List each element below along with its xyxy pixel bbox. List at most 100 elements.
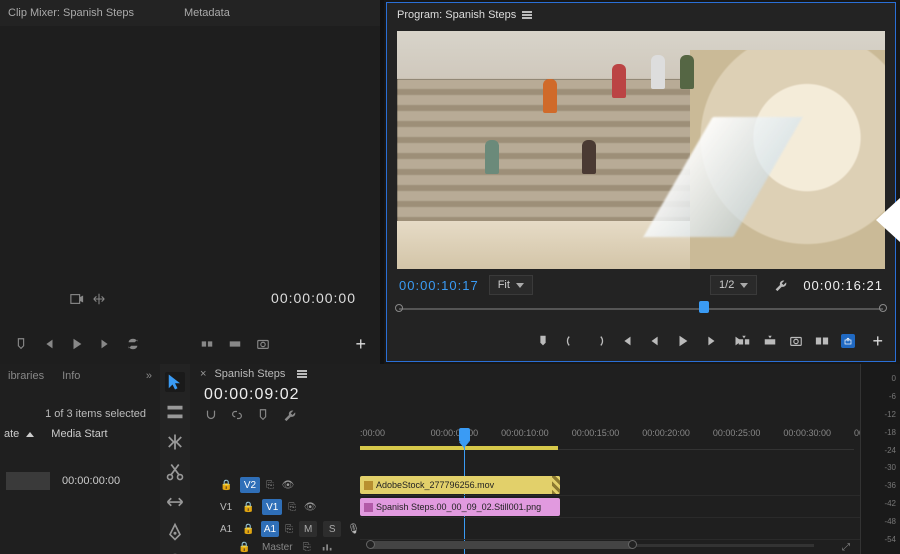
zoom-fit-dropdown[interactable]: Fit [489,275,533,295]
track-header-v2[interactable]: 🔒 V2 ⎘ 👁 [190,474,360,496]
step-forward-icon[interactable] [704,334,718,348]
extract-icon[interactable] [763,334,777,348]
lock-icon[interactable]: 🔒 [238,542,252,553]
add-marker-icon[interactable] [14,337,28,351]
loop-icon[interactable] [126,337,140,351]
panel-menu-icon[interactable] [522,11,532,19]
meter-mark: -48 [884,517,896,526]
timeline-timecode[interactable]: 00:00:09:02 [190,384,860,406]
project-item-thumbnail[interactable] [6,472,50,490]
export-frame-icon[interactable] [256,337,270,351]
tab-metadata[interactable]: Metadata [184,7,230,19]
mute-button[interactable]: M [299,521,317,537]
play-icon[interactable] [676,334,690,348]
meter-mark: -6 [884,392,896,401]
track-toggle-v1[interactable]: V1 [262,499,282,515]
program-transport-bar: + [387,321,895,361]
go-to-in-icon[interactable] [620,334,634,348]
tab-libraries[interactable]: ibraries [8,370,44,382]
mark-in-icon[interactable] [564,334,578,348]
ripple-edit-tool-icon[interactable] [165,432,185,452]
timeline-panel: × Spanish Steps 00:00:09:02 :00:0000:00:… [190,364,860,554]
program-panel: Program: Spanish Steps 00:00:10:17 Fit 1… [386,2,896,362]
tab-clip-mixer[interactable]: Clip Mixer: Spanish Steps [8,7,134,19]
overflow-chevron-icon[interactable]: » [146,370,152,382]
comparison-view-icon[interactable] [815,334,829,348]
ruler-tick: 00:00:20:00 [642,428,690,438]
clip-v2[interactable]: AdobeStock_277796256.mov [360,476,560,494]
collapse-arrow-icon[interactable] [876,198,900,242]
track-toggle-a1[interactable]: A1 [261,521,279,537]
track-lane-v2[interactable]: AdobeStock_277796256.mov [360,474,860,496]
program-monitor[interactable] [397,31,885,269]
razor-tool-icon[interactable] [165,462,185,482]
sync-lock-icon[interactable]: ⎘ [303,542,311,553]
export-frame-icon[interactable] [789,334,803,348]
zoom-handle-right[interactable] [628,540,637,549]
overwrite-icon[interactable] [228,337,242,351]
lift-icon[interactable] [737,334,751,348]
track-select-tool-icon[interactable] [165,402,185,422]
resolution-dropdown[interactable]: 1/2 [710,275,757,295]
source-patch-v1[interactable]: V1 [220,502,232,513]
lock-icon[interactable]: 🔒 [220,480,234,491]
linked-selection-icon[interactable] [230,408,244,422]
program-scrub-bar[interactable] [399,299,883,319]
settings-wrench-icon[interactable] [773,278,787,292]
eye-icon[interactable]: 👁 [302,502,318,513]
voiceover-record-icon[interactable]: 🎙 [347,522,360,536]
source-monitor: 00:00:00:00 [0,26,380,364]
source-video-only-icon[interactable] [70,292,84,306]
track-lane-a1[interactable] [360,518,860,540]
timeline-zoom-scrollbar[interactable] [368,540,814,550]
program-timecode-duration: 00:00:16:21 [803,278,883,293]
sync-lock-icon[interactable]: ⎘ [266,480,274,491]
meter-icon[interactable] [321,540,335,554]
snap-icon[interactable] [204,408,218,422]
column-media-start[interactable]: Media Start [51,428,107,440]
step-forward-icon[interactable] [98,337,112,351]
program-add-button[interactable]: + [872,331,883,352]
track-header-v1[interactable]: V1 🔒 V1 ⎘ 👁 [190,496,360,518]
clip-v1[interactable]: Spanish Steps.00_00_09_02.Still001.png [360,498,560,516]
zoom-handle-left[interactable] [366,540,375,549]
play-icon[interactable] [70,337,84,351]
timeline-settings-icon[interactable] [282,408,296,422]
sync-lock-icon[interactable]: ⎘ [288,502,296,513]
add-marker-icon[interactable] [256,408,270,422]
ruler-tick: 00:00:30:00 [783,428,831,438]
program-playhead[interactable] [699,301,709,313]
sync-lock-icon[interactable]: ⎘ [285,524,293,535]
mark-out-icon[interactable] [592,334,606,348]
add-marker-icon[interactable] [536,334,550,348]
close-sequence-icon[interactable]: × [200,368,206,380]
step-back-icon[interactable] [648,334,662,348]
selection-tool-icon[interactable] [165,372,185,392]
solo-button[interactable]: S [323,521,341,537]
column-rate[interactable]: ate [4,428,19,440]
source-add-button[interactable]: + [355,334,366,355]
export-icon[interactable] [841,334,855,348]
slip-tool-icon[interactable] [165,492,185,512]
insert-icon[interactable] [200,337,214,351]
step-back-icon[interactable] [42,337,56,351]
source-patch-a1[interactable]: A1 [220,524,232,535]
track-lane-v1[interactable]: Spanish Steps.00_00_09_02.Still001.png [360,496,860,518]
track-toggle-v2[interactable]: V2 [240,477,260,493]
scrollbar-thumb[interactable] [368,541,636,549]
sort-ascending-icon[interactable] [26,432,34,437]
master-track-label: Master [262,542,293,553]
source-drag-icon[interactable] [92,292,106,306]
eye-icon[interactable]: 👁 [280,480,296,491]
pen-tool-icon[interactable] [165,522,185,542]
sequence-tab[interactable]: Spanish Steps [214,368,285,380]
lock-icon[interactable]: 🔒 [242,524,255,535]
project-item-row[interactable]: 00:00:00:00 [0,470,160,492]
track-header-a1[interactable]: A1 🔒 A1 ⎘ M S 🎙 [190,518,360,540]
program-timecode-current[interactable]: 00:00:10:17 [399,278,479,293]
expand-chevron-icon[interactable]: ⤢ [842,542,850,553]
panel-menu-icon[interactable] [297,370,307,378]
tab-info[interactable]: Info [62,370,80,382]
chevron-down-icon [740,283,748,288]
lock-icon[interactable]: 🔒 [242,502,256,513]
